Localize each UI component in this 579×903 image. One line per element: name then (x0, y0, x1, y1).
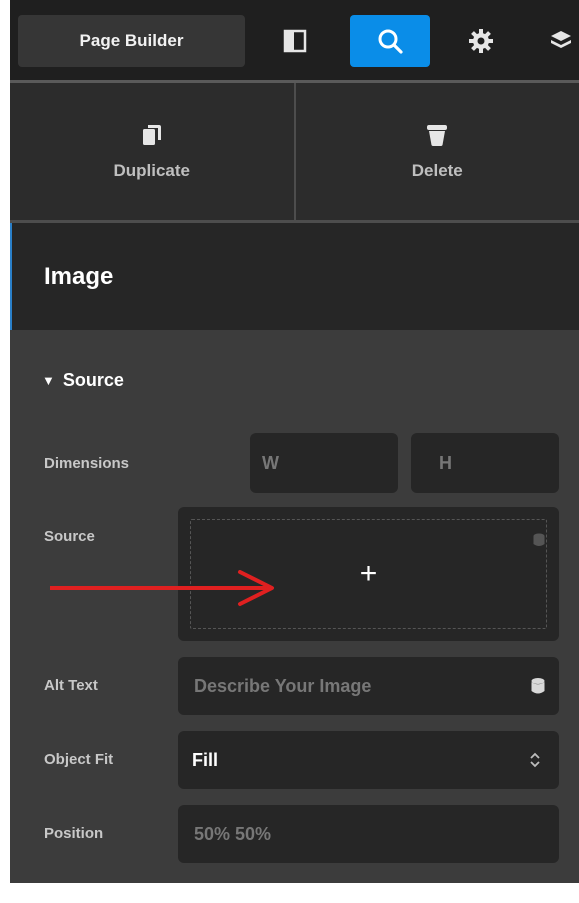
object-fit-label: Object Fit (44, 751, 114, 768)
height-placeholder: H (439, 452, 452, 473)
annotation-arrow (50, 570, 274, 606)
page-builder-label: Page Builder (79, 31, 184, 50)
position-input[interactable]: 50% 50% (178, 805, 559, 863)
width-placeholder: W (262, 452, 279, 473)
duplicate-icon (142, 124, 161, 145)
caret-down-icon: ▼ (42, 373, 55, 388)
search-icon (378, 29, 403, 54)
delete-label: Delete (411, 160, 463, 180)
duplicate-button[interactable]: Duplicate (10, 83, 294, 220)
layers-button[interactable] (550, 15, 579, 67)
settings-button[interactable] (455, 15, 507, 67)
position-value: 50% 50% (194, 823, 272, 844)
delete-button[interactable]: Delete (293, 83, 579, 220)
element-actions: Duplicate Delete (10, 83, 579, 220)
database-icon[interactable] (533, 533, 545, 547)
duplicate-label: Duplicate (113, 160, 191, 180)
element-header-accent (10, 223, 12, 330)
trash-icon (427, 124, 448, 146)
gear-icon (469, 29, 493, 53)
layout-icon (283, 29, 307, 53)
stack-icon (551, 31, 571, 48)
height-input[interactable]: H (411, 433, 559, 493)
section-title: Source (62, 370, 124, 390)
search-button[interactable] (350, 15, 430, 67)
alt-text-placeholder: Describe Your Image (194, 675, 372, 696)
element-header: Image (10, 223, 579, 330)
plus-icon: + (359, 557, 378, 590)
object-fit-value: Fill (192, 749, 218, 770)
chevron-up-down-icon (530, 752, 540, 768)
dimensions-label: Dimensions (44, 455, 130, 472)
object-fit-select[interactable]: Fill (178, 731, 559, 789)
position-label: Position (44, 825, 104, 842)
alt-text-input[interactable]: Describe Your Image (178, 657, 559, 715)
properties-panel: Page Builder Duplicate Delete Image ▼ So… (10, 0, 579, 883)
layout-toggle-button[interactable] (269, 15, 321, 67)
section-toggle-source[interactable]: ▼ Source (42, 370, 124, 391)
alt-text-label: Alt Text (44, 677, 98, 694)
element-title: Image (44, 262, 114, 290)
width-input[interactable]: W (250, 433, 398, 493)
source-label: Source (44, 528, 95, 545)
top-toolbar: Page Builder (10, 0, 579, 80)
database-icon[interactable] (531, 677, 545, 695)
page-builder-button[interactable]: Page Builder (18, 15, 245, 67)
